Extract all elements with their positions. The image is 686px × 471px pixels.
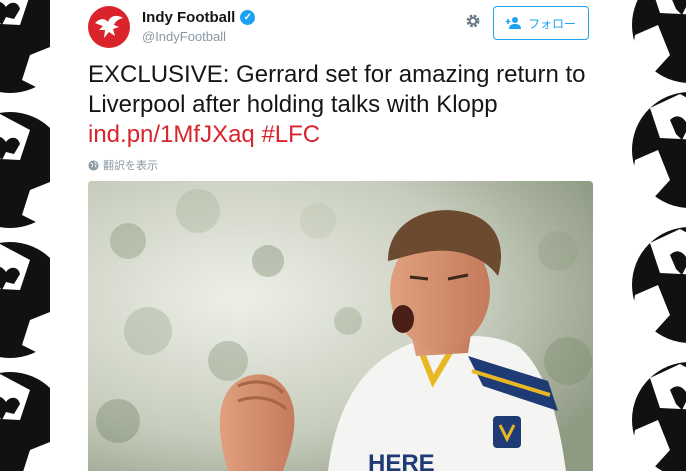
soccer-ball-pattern-right — [632, 0, 686, 471]
translate-label: 翻訳を表示 — [103, 160, 158, 172]
verified-badge-icon: ✓ — [240, 10, 256, 25]
hashtag-link[interactable]: #LFC — [261, 121, 320, 148]
right-ball-strip — [630, 0, 686, 471]
tweet-card: Indy Football ✓ @IndyFootball フォロー EXCLU… — [70, 0, 610, 471]
tweet-body: EXCLUSIVE: Gerrard set for amazing retur… — [88, 61, 586, 118]
gear-icon[interactable] — [464, 12, 482, 30]
follow-button[interactable]: フォロー — [493, 6, 589, 40]
jersey-text: HERE — [368, 450, 435, 471]
translate-link[interactable]: 翻訳を表示 — [88, 157, 158, 173]
name-row: Indy Football ✓ — [142, 9, 256, 26]
follow-label: フォロー — [527, 16, 576, 31]
tweet-text: EXCLUSIVE: Gerrard set for amazing retur… — [88, 60, 593, 150]
display-name[interactable]: Indy Football — [142, 9, 235, 26]
globe-icon — [88, 159, 99, 171]
add-person-icon — [505, 17, 521, 29]
eagle-logo-icon[interactable] — [88, 6, 130, 48]
user-handle[interactable]: @IndyFootball — [142, 29, 226, 44]
photo-gerrard: HERE — [88, 181, 593, 471]
left-ball-strip — [0, 0, 50, 471]
tweet-link[interactable]: ind.pn/1MfJXaq — [88, 121, 255, 148]
tweet-header: Indy Football ✓ @IndyFootball フォロー — [88, 6, 598, 50]
tweet-photo[interactable]: HERE — [88, 181, 593, 471]
soccer-ball-pattern-left — [0, 0, 50, 471]
